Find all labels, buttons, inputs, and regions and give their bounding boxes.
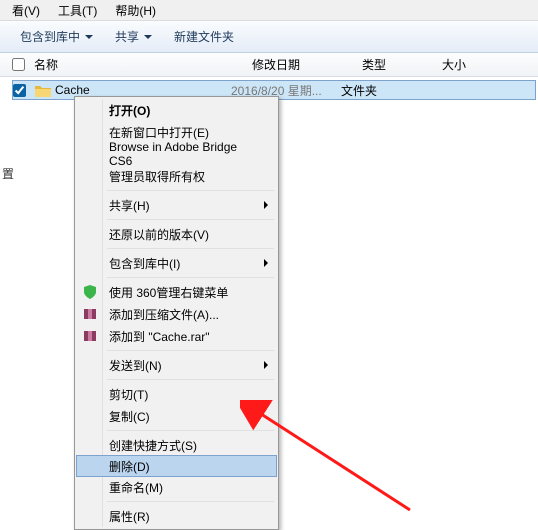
chevron-right-icon [264, 361, 268, 369]
column-type[interactable]: 类型 [362, 56, 442, 73]
cm-share[interactable]: 共享(H) [77, 194, 276, 216]
separator [107, 501, 274, 502]
cm-delete[interactable]: 删除(D) [76, 455, 277, 477]
separator [107, 430, 274, 431]
cm-create-shortcut[interactable]: 创建快捷方式(S) [77, 434, 276, 456]
shield-icon [82, 284, 98, 300]
archive-icon [82, 328, 98, 344]
toolbar-share[interactable]: 共享 [109, 25, 158, 48]
separator [107, 219, 274, 220]
menu-view[interactable]: 看(V) [4, 0, 48, 21]
separator [107, 248, 274, 249]
file-type-label: 文件夹 [341, 82, 421, 99]
separator [107, 277, 274, 278]
context-menu: 打开(O) 在新窗口中打开(E) Browse in Adobe Bridge … [74, 96, 279, 530]
cm-include-library[interactable]: 包含到库中(I) [77, 252, 276, 274]
cm-properties[interactable]: 属性(R) [77, 505, 276, 527]
chevron-down-icon [85, 35, 93, 39]
toolbar-share-label: 共享 [115, 28, 139, 45]
toolbar-include-library[interactable]: 包含到库中 [14, 25, 99, 48]
toolbar: 包含到库中 共享 新建文件夹 [0, 21, 538, 53]
chevron-right-icon [264, 259, 268, 267]
cm-add-archive[interactable]: 添加到压缩文件(A)... [77, 303, 276, 325]
toolbar-new-folder-label: 新建文件夹 [174, 28, 234, 45]
file-checkbox-cell [13, 84, 35, 97]
toolbar-new-folder[interactable]: 新建文件夹 [168, 25, 240, 48]
archive-icon [82, 306, 98, 322]
sidebar-fragment: 置 [2, 165, 14, 182]
column-date[interactable]: 修改日期 [252, 56, 362, 73]
file-name-label: Cache [55, 83, 90, 97]
cm-rename[interactable]: 重命名(M) [77, 476, 276, 498]
cm-send-to[interactable]: 发送到(N) [77, 354, 276, 376]
cm-copy[interactable]: 复制(C) [77, 405, 276, 427]
folder-icon [35, 84, 51, 97]
separator [107, 350, 274, 351]
chevron-down-icon [144, 35, 152, 39]
column-name[interactable]: 名称 [34, 56, 252, 73]
column-headers: 名称 修改日期 类型 大小 [0, 53, 538, 77]
select-all-checkbox[interactable] [12, 58, 25, 71]
column-size[interactable]: 大小 [442, 56, 538, 73]
cm-open[interactable]: 打开(O) [77, 99, 276, 121]
cm-360-manage[interactable]: 使用 360管理右键菜单 [77, 281, 276, 303]
chevron-right-icon [264, 201, 268, 209]
header-checkbox-cell [12, 58, 34, 71]
cm-cut[interactable]: 剪切(T) [77, 383, 276, 405]
cm-add-cache-rar[interactable]: 添加到 "Cache.rar" [77, 325, 276, 347]
menubar: 看(V) 工具(T) 帮助(H) [0, 0, 538, 21]
file-checkbox[interactable] [13, 84, 26, 97]
toolbar-include-label: 包含到库中 [20, 28, 80, 45]
menu-help[interactable]: 帮助(H) [107, 0, 164, 21]
separator [107, 190, 274, 191]
cm-browse-bridge[interactable]: Browse in Adobe Bridge CS6 [77, 143, 276, 165]
menu-tools[interactable]: 工具(T) [50, 0, 105, 21]
cm-restore-versions[interactable]: 还原以前的版本(V) [77, 223, 276, 245]
cm-admin-ownership[interactable]: 管理员取得所有权 [77, 165, 276, 187]
separator [107, 379, 274, 380]
